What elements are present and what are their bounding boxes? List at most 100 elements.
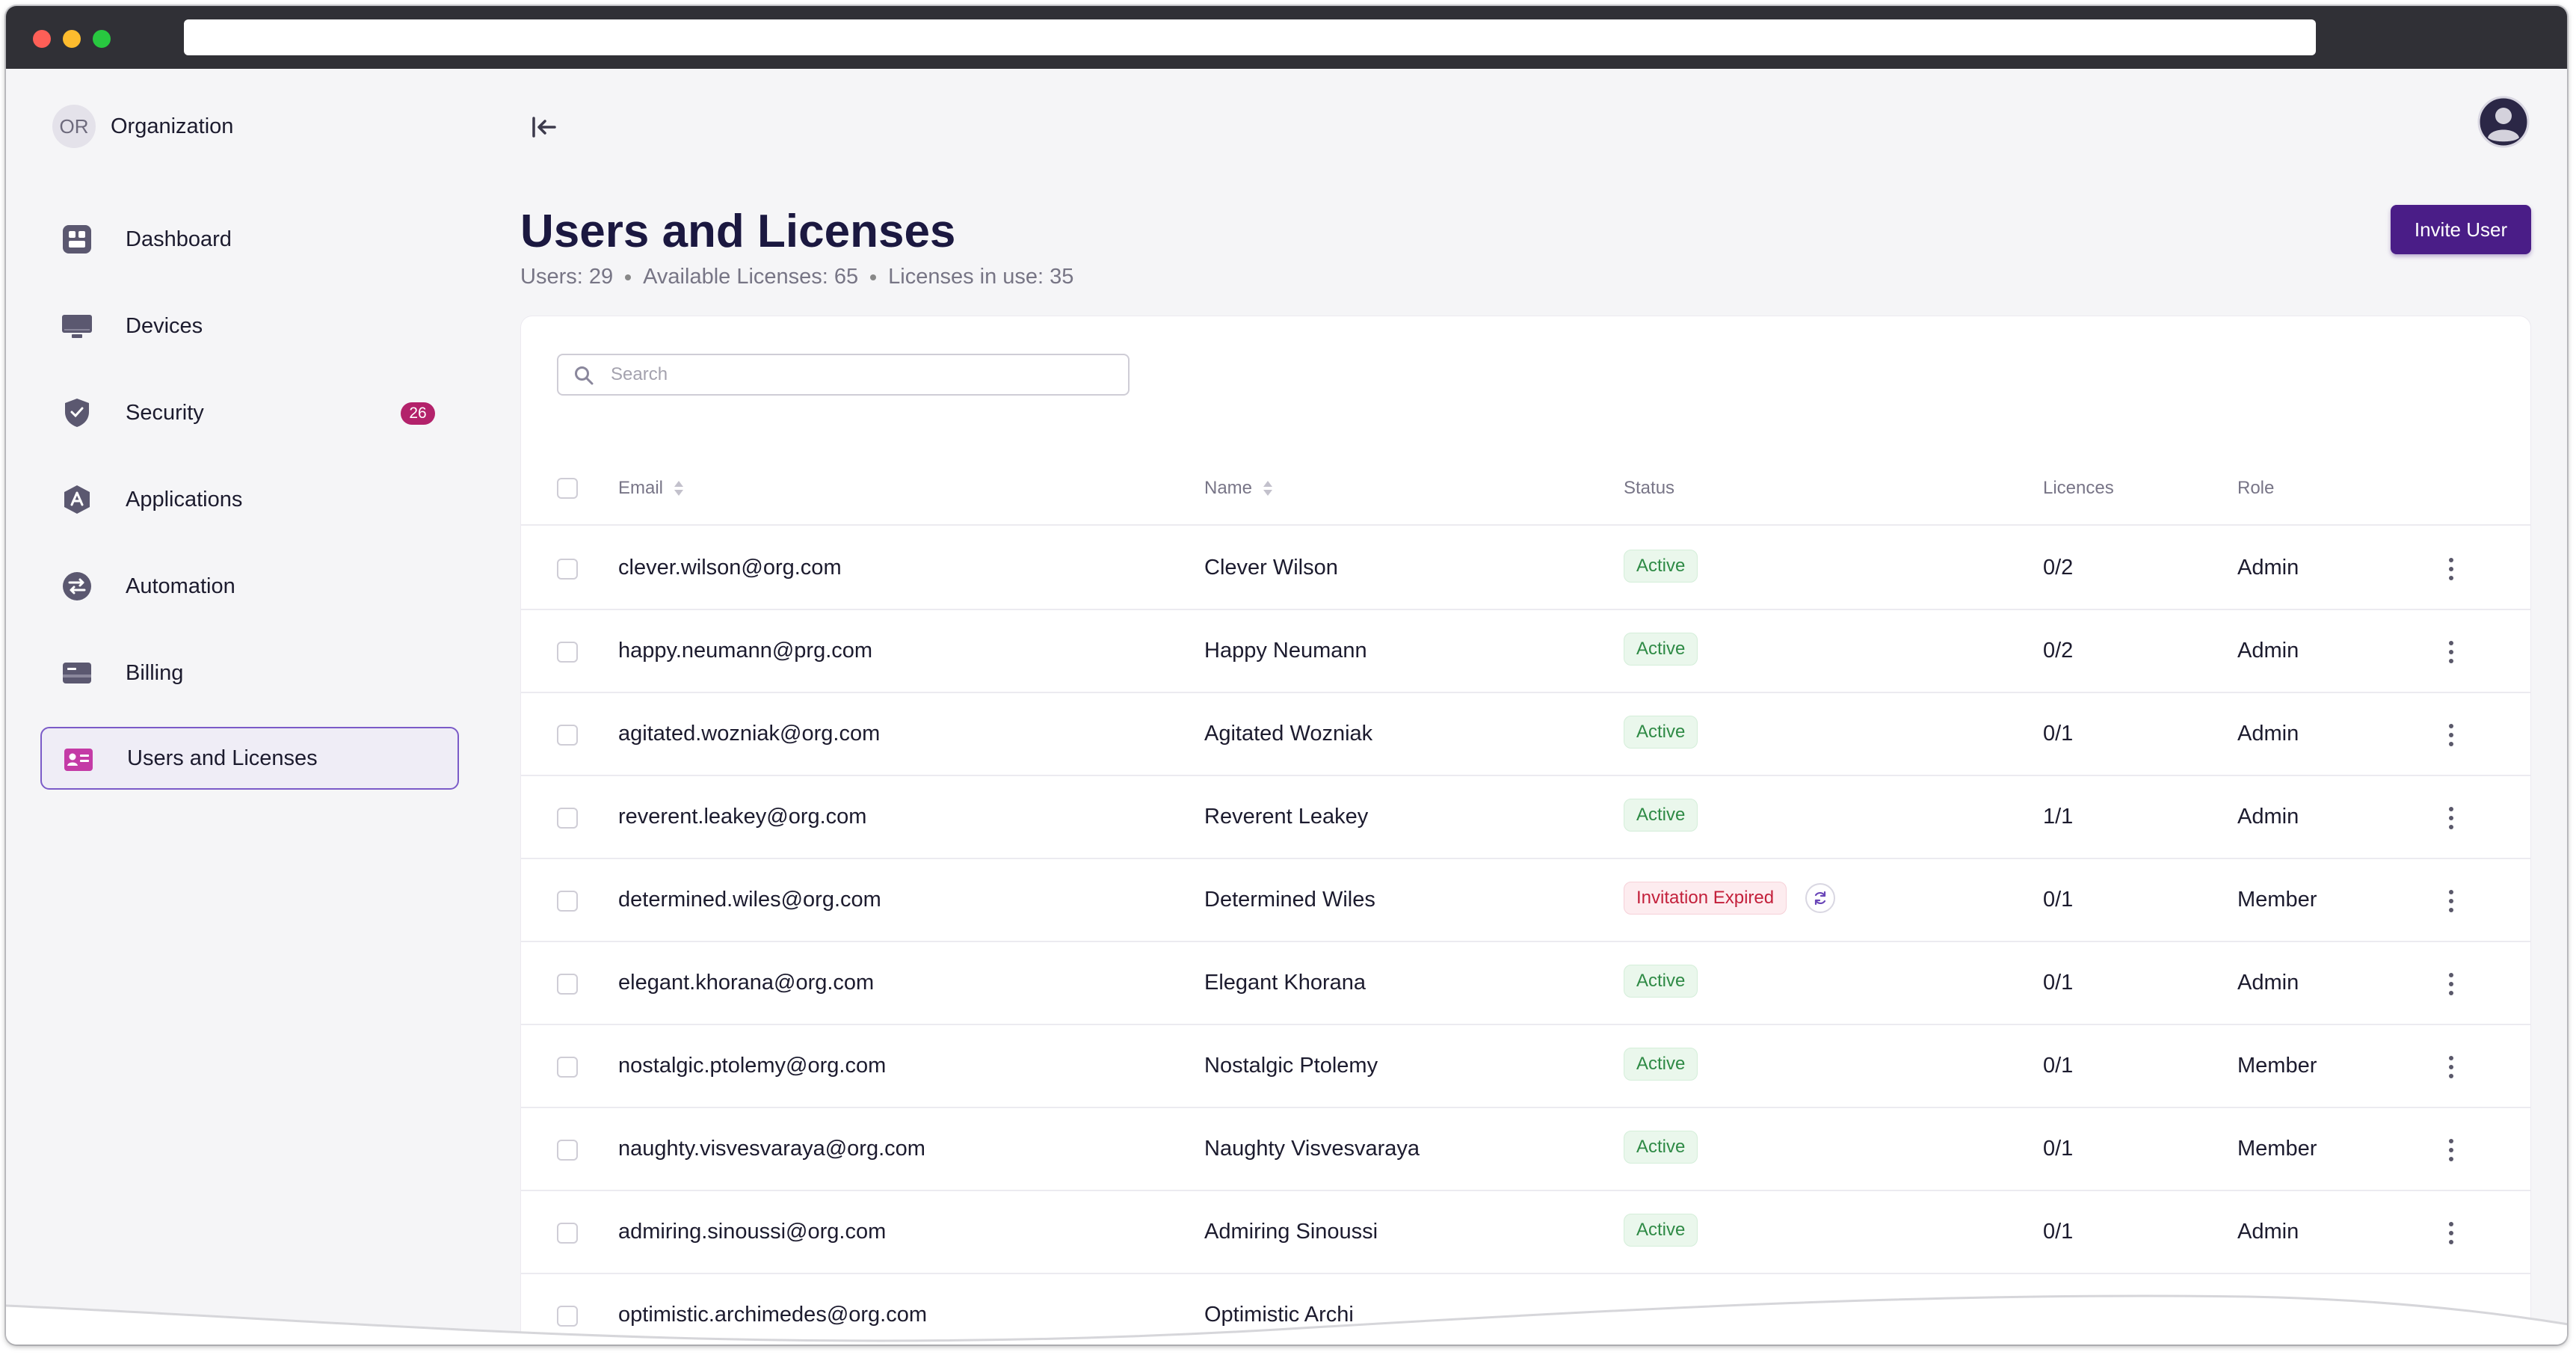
table-row[interactable]: agitated.wozniak@org.com Agitated Wozniak… <box>521 693 2530 776</box>
organization-switcher[interactable]: OR Organization <box>52 105 233 148</box>
table-row[interactable]: optimistic.archimedes@org.com Optimistic … <box>521 1274 2530 1345</box>
user-licences: 0/2 <box>2043 556 2074 580</box>
user-licences: 0/1 <box>2043 1220 2074 1244</box>
row-actions-menu-icon[interactable] <box>2447 720 2456 750</box>
row-actions-menu-icon[interactable] <box>2447 554 2456 584</box>
table-row[interactable]: clever.wilson@org.com Clever Wilson Active… <box>521 527 2530 610</box>
sidebar-item-label: Applications <box>126 487 243 511</box>
column-header-status: Status <box>1624 478 1675 498</box>
separator-dot <box>625 274 632 280</box>
user-name: Optimistic Archi <box>1204 1303 1354 1327</box>
user-role: Admin <box>2237 556 2299 580</box>
user-email: determined.wiles@org.com <box>618 888 881 912</box>
status-badge: Active <box>1624 965 1698 998</box>
user-email: elegant.khorana@org.com <box>618 971 875 995</box>
sidebar-item-devices[interactable]: Devices <box>40 295 459 357</box>
select-all-checkbox[interactable] <box>557 478 578 499</box>
user-role: Member <box>2237 1054 2317 1078</box>
sidebar-item-label: Devices <box>126 313 203 338</box>
collapse-sidebar-icon[interactable] <box>529 112 559 142</box>
table-row[interactable]: determined.wiles@org.com Determined Wiles… <box>521 859 2530 942</box>
user-licences: 0/1 <box>2043 1137 2074 1161</box>
row-checkbox[interactable] <box>557 1306 578 1327</box>
sidebar-item-label: Dashboard <box>126 227 232 251</box>
user-name: Elegant Khorana <box>1204 971 1366 995</box>
sort-icon <box>674 481 684 496</box>
user-name: Admiring Sinoussi <box>1204 1220 1378 1244</box>
user-email: nostalgic.ptolemy@org.com <box>618 1054 887 1078</box>
column-header-role: Role <box>2237 478 2275 498</box>
row-checkbox[interactable] <box>557 559 578 580</box>
status-badge: Active <box>1624 1131 1698 1164</box>
table-row[interactable]: admiring.sinoussi@org.com Admiring Sinous… <box>521 1191 2530 1274</box>
row-checkbox[interactable] <box>557 1140 578 1161</box>
status-badge: Active <box>1624 550 1698 583</box>
row-actions-menu-icon[interactable] <box>2447 637 2456 667</box>
user-licences: 1/1 <box>2043 805 2074 829</box>
sidebar-item-billing[interactable]: Billing <box>40 642 459 704</box>
minimize-window-button[interactable] <box>63 30 81 48</box>
search-field[interactable] <box>557 354 1130 396</box>
user-name: Determined Wiles <box>1204 888 1375 912</box>
maximize-window-button[interactable] <box>93 30 111 48</box>
browser-window: OR Organization Dashboard Devices Securi… <box>6 6 2567 1345</box>
table-row[interactable]: reverent.leakey@org.com Reverent Leakey Ac… <box>521 776 2530 859</box>
sidebar-item-label: Billing <box>126 660 184 685</box>
row-checkbox[interactable] <box>557 808 578 829</box>
licenses-in-use: Licenses in use: 35 <box>888 265 1074 289</box>
column-header-email[interactable]: Email <box>618 478 684 499</box>
org-name: Organization <box>111 114 234 138</box>
user-email: reverent.leakey@org.com <box>618 805 867 829</box>
invite-user-button[interactable]: Invite User <box>2391 205 2531 254</box>
table-row[interactable]: happy.neumann@prg.com Happy Neumann Active… <box>521 610 2530 693</box>
automation-icon <box>63 572 91 600</box>
sidebar-item-users-and-licenses[interactable]: Users and Licenses <box>40 727 459 790</box>
table-row[interactable]: nostalgic.ptolemy@org.com Nostalgic Ptole… <box>521 1025 2530 1108</box>
row-checkbox[interactable] <box>557 974 578 995</box>
search-icon <box>575 366 594 385</box>
search-input[interactable] <box>611 361 1112 388</box>
sidebar-item-dashboard[interactable]: Dashboard <box>40 208 459 271</box>
column-header-name[interactable]: Name <box>1204 478 1273 499</box>
user-licences: 0/1 <box>2043 971 2074 995</box>
table-row[interactable]: elegant.khorana@org.com Elegant Khorana Ac… <box>521 942 2530 1025</box>
resend-invitation-button[interactable] <box>1805 883 1835 913</box>
org-avatar: OR <box>52 105 96 148</box>
user-card-icon <box>64 749 93 771</box>
sidebar-item-applications[interactable]: Applications <box>40 468 459 531</box>
row-checkbox[interactable] <box>557 642 578 663</box>
user-role: Admin <box>2237 722 2299 746</box>
users-table-card: Email Name Status Licences Role clever.w… <box>520 316 2531 1345</box>
row-checkbox[interactable] <box>557 725 578 746</box>
user-name: Nostalgic Ptolemy <box>1204 1054 1378 1078</box>
browser-titlebar <box>6 6 2567 69</box>
users-count: Users: 29 <box>520 265 614 289</box>
row-checkbox[interactable] <box>557 891 578 912</box>
license-summary: Users: 29 Available Licenses: 65 License… <box>520 265 1073 289</box>
user-email: admiring.sinoussi@org.com <box>618 1220 887 1244</box>
column-label: Name <box>1204 478 1253 498</box>
row-actions-menu-icon[interactable] <box>2447 969 2456 999</box>
row-checkbox[interactable] <box>557 1223 578 1244</box>
separator-dot <box>870 274 877 280</box>
row-actions-menu-icon[interactable] <box>2447 803 2456 833</box>
status-badge: Active <box>1624 633 1698 666</box>
sidebar-item-automation[interactable]: Automation <box>40 555 459 618</box>
sidebar-item-security[interactable]: Security 26 <box>40 381 459 444</box>
row-actions-menu-icon[interactable] <box>2447 1218 2456 1248</box>
user-name: Reverent Leakey <box>1204 805 1369 829</box>
address-bar[interactable] <box>184 19 2316 55</box>
status-badge: Active <box>1624 716 1698 749</box>
user-avatar-icon[interactable] <box>2477 96 2530 148</box>
user-licences: 0/1 <box>2043 888 2074 912</box>
row-checkbox[interactable] <box>557 1057 578 1078</box>
close-window-button[interactable] <box>33 30 51 48</box>
shield-icon <box>65 399 89 427</box>
column-header-licences: Licences <box>2043 478 2114 498</box>
table-row[interactable]: naughty.visvesvaraya@org.com Naughty Visv… <box>521 1108 2530 1191</box>
user-role: Admin <box>2237 805 2299 829</box>
row-actions-menu-icon[interactable] <box>2447 886 2456 916</box>
row-actions-menu-icon[interactable] <box>2447 1135 2456 1165</box>
row-actions-menu-icon[interactable] <box>2447 1052 2456 1082</box>
monitor-icon <box>62 315 92 338</box>
